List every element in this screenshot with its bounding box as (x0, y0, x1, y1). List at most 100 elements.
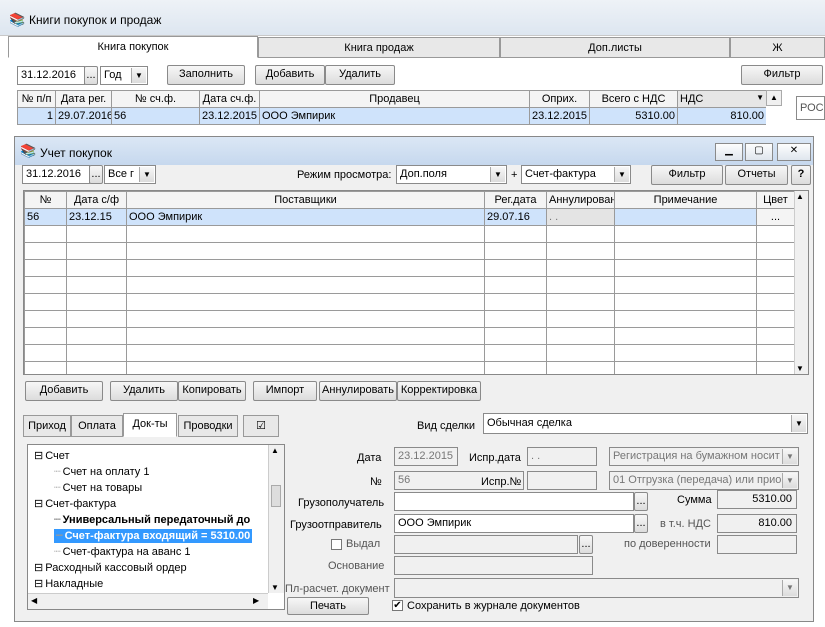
print-button[interactable]: Печать (287, 597, 369, 615)
col-header-reg-date[interactable]: Рег.дата (484, 191, 547, 209)
scroll-up-icon[interactable]: ▲ (796, 192, 804, 201)
col-header-total-vat[interactable]: Всего с НДС (589, 90, 678, 108)
delete-invoice-button[interactable]: Удалить (110, 381, 178, 401)
tree-vscrollbar[interactable]: ▲ ▼ (268, 445, 284, 593)
tree-expander-icon[interactable]: ⊟ (34, 562, 43, 574)
tab-checklist[interactable]: ☑ (243, 415, 279, 437)
sub-date-picker-button[interactable]: ... (89, 165, 103, 184)
side-field[interactable]: РОС (796, 96, 825, 120)
main-filter-button[interactable]: Фильтр (741, 65, 823, 85)
col-header-annulled[interactable]: Аннулирован (546, 191, 615, 209)
col-header-invoice-no[interactable]: № сч.ф. (111, 90, 200, 108)
invoice-grid-scrollbar[interactable]: ▲ ▼ (794, 191, 808, 374)
tab-documents[interactable]: Док-ты (123, 413, 177, 437)
purchase-book-grid[interactable]: № п/п Дата рег. № сч.ф. Дата сч.ф. Прода… (17, 90, 766, 130)
basis-field[interactable] (394, 556, 593, 575)
maximize-button[interactable]: ▢ (745, 143, 773, 161)
sum-field[interactable]: 5310.00 (717, 490, 797, 509)
empty-table-row[interactable] (24, 327, 795, 345)
tab-sales-book[interactable]: Книга продаж (258, 37, 500, 58)
tree-item[interactable]: ┈ Универсальный передаточный до (54, 513, 250, 527)
cell-color-button[interactable]: ... (756, 208, 795, 226)
help-button[interactable]: ? (791, 165, 811, 185)
tree-hscrollbar[interactable]: ◀ ▶ (28, 593, 268, 609)
main-grid-scroll-up[interactable]: ▲ (766, 90, 782, 106)
main-add-button[interactable]: Добавить (255, 65, 325, 85)
sub-filter-button[interactable]: Фильтр (651, 165, 723, 185)
fill-button[interactable]: Заполнить (167, 65, 245, 85)
tab-postings[interactable]: Проводки (178, 415, 238, 437)
scroll-down-icon[interactable]: ▼ (796, 364, 804, 373)
doc-date-field[interactable]: 23.12.2015 (394, 447, 458, 466)
minimize-button[interactable]: ▁ (715, 143, 743, 161)
main-delete-button[interactable]: Удалить (325, 65, 395, 85)
doc-type-dropdown[interactable]: Счет-фактура ▼ (521, 165, 631, 184)
corr-no-field[interactable] (527, 471, 597, 490)
col-header-reg-date[interactable]: Дата рег. (55, 90, 112, 108)
scroll-thumb[interactable] (271, 485, 281, 507)
shipment-dropdown[interactable]: 01 Отгрузка (передача) или прио ▼ (609, 471, 799, 490)
col-header-seller[interactable]: Продавец (259, 90, 530, 108)
documents-tree[interactable]: ⊟ Счет ┈ Счет на оплату 1 ┈ Счет на товары ⊟ Сч… (27, 444, 285, 610)
table-row[interactable]: 1 29.07.2016 56 23.12.2015 ООО Эмпирик 2… (17, 107, 766, 125)
tab-purchase-book[interactable]: Книга покупок (8, 36, 258, 58)
invoice-grid[interactable]: № Дата с/ф Поставщики Рег.дата Аннулиров… (23, 190, 809, 375)
tree-item[interactable]: ┈ Счет-фактура на аванс 1 (54, 545, 191, 559)
tree-item[interactable]: ⊟ Счет-фактура (34, 497, 116, 511)
empty-table-row[interactable] (24, 242, 795, 260)
scroll-up-icon[interactable]: ▲ (271, 446, 279, 455)
scroll-right-icon[interactable]: ▶ (253, 596, 259, 605)
save-journal-checkbox[interactable]: ✔ (392, 600, 403, 611)
tab-journal[interactable]: Ж (730, 37, 825, 58)
main-date-field[interactable]: 31.12.2016 (17, 66, 85, 85)
close-button[interactable]: ✕ (777, 143, 811, 161)
consignee-picker-button[interactable]: ... (634, 492, 648, 511)
view-mode-dropdown[interactable]: Доп.поля ▼ (396, 165, 507, 184)
table-row[interactable]: 56 23.12.15 ООО Эмпирик 29.07.16 . . ... (24, 208, 795, 226)
registration-dropdown[interactable]: Регистрация на бумажном носит ▼ (609, 447, 799, 466)
scope-dropdown[interactable]: Все г ▼ (104, 165, 156, 184)
empty-table-row[interactable] (24, 276, 795, 294)
empty-table-row[interactable] (24, 293, 795, 311)
correction-button[interactable]: Корректировка (397, 381, 481, 401)
col-header-invoice-date[interactable]: Дата сч.ф. (199, 90, 260, 108)
tree-item[interactable]: ⊟ Счет (34, 449, 70, 463)
vat-field[interactable]: 810.00 (717, 514, 797, 533)
tab-receipt[interactable]: Приход (23, 415, 71, 437)
tree-item[interactable]: ⊟ Накладные (34, 577, 103, 591)
issued-checkbox[interactable] (331, 539, 342, 550)
tree-item[interactable]: ┈ Счет на оплату 1 (54, 465, 149, 479)
period-dropdown[interactable]: Год ▼ (100, 66, 148, 85)
empty-table-row[interactable] (24, 361, 795, 374)
add-invoice-button[interactable]: Добавить (25, 381, 103, 401)
empty-table-row[interactable] (24, 259, 795, 277)
tree-item[interactable]: ┈ Счет-фактура входящий = 5310.00 (54, 529, 253, 543)
sub-date-field[interactable]: 31.12.2016 (22, 165, 90, 184)
corr-date-field[interactable]: . . (527, 447, 597, 466)
empty-table-row[interactable] (24, 225, 795, 243)
annul-button[interactable]: Аннулировать (319, 381, 397, 401)
tree-expander-icon[interactable]: ⊟ (34, 498, 43, 510)
col-header-posted[interactable]: Оприх. (529, 90, 590, 108)
issued-picker-button[interactable]: ... (579, 535, 593, 554)
col-header-suppliers[interactable]: Поставщики (126, 191, 485, 209)
scroll-left-icon[interactable]: ◀ (31, 596, 37, 605)
col-header-color[interactable]: Цвет (756, 191, 795, 209)
empty-table-row[interactable] (24, 344, 795, 362)
col-header-row-no[interactable]: № п/п (17, 90, 56, 108)
payment-doc-dropdown[interactable]: ▼ (394, 578, 799, 598)
main-date-picker-button[interactable]: ... (84, 66, 98, 85)
empty-table-row[interactable] (24, 310, 795, 328)
power-of-attorney-field[interactable] (717, 535, 797, 554)
tree-expander-icon[interactable]: ⊟ (34, 450, 43, 462)
col-header-vat[interactable]: НДС ▼ (677, 90, 766, 108)
tree-expander-icon[interactable]: ⊟ (34, 578, 43, 590)
import-button[interactable]: Импорт (253, 381, 317, 401)
tree-item[interactable]: ⊟ Расходный кассовый ордер (34, 561, 187, 575)
copy-invoice-button[interactable]: Копировать (178, 381, 246, 401)
shipper-picker-button[interactable]: ... (634, 514, 648, 533)
scroll-down-icon[interactable]: ▼ (271, 583, 279, 592)
col-header-note[interactable]: Примечание (614, 191, 757, 209)
deal-type-dropdown[interactable]: Обычная сделка ▼ (483, 413, 808, 434)
issued-field[interactable] (394, 535, 578, 554)
